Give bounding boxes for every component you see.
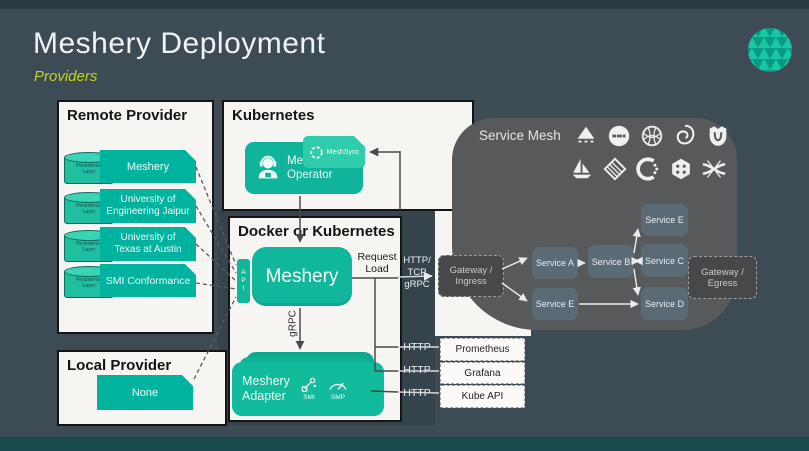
layered-triangles-icon [571,122,601,150]
hatched-cube-icon [600,155,630,183]
meshery-adapter-box: Meshery Adapter SMI [232,362,384,416]
hex-nodes-icon [666,155,696,183]
grafana-box: Grafana [440,362,525,384]
spiral-shell-icon [670,122,700,150]
request-load-label: Request Load [354,251,400,275]
service-d-box: Service D [641,287,688,320]
http-label: HTTP [401,364,433,376]
gateway-egress-box: Gateway / Egress [688,256,757,299]
service-e-bottom-box: Service E [532,288,578,320]
remote-item-austin: University of Texas at Austin [100,227,196,261]
smi-icon [300,377,318,393]
http-tcp-grpc-label: HTTP/ TCP gRPC [401,255,433,291]
local-provider-title: Local Provider [67,357,171,374]
woven-x-icon [699,155,729,183]
adapter-label: Meshery Adapter [242,374,290,404]
meshsync-box: MeshSync [303,136,365,168]
slide: Meshery Deployment Providers Remote Prov… [0,0,809,451]
service-c-box: Service C [641,244,688,277]
c-with-dots-icon [633,155,663,183]
service-mesh-title: Service Mesh [479,128,561,143]
remote-item-meshery: Meshery [100,150,196,183]
http-label: HTTP [401,341,433,353]
api-tab: API [237,259,250,303]
grpc-label: gRPC [288,301,299,347]
top-bar [0,0,809,9]
service-b-box: Service B [588,245,634,278]
gauge-icon [327,377,349,393]
docker-kubernetes-title: Docker or Kubernetes [238,223,395,240]
remote-provider-title: Remote Provider [67,107,187,124]
operator-icon [252,152,284,184]
mesh-logos-row-1 [571,122,736,150]
remote-item-smi: SMI Conformance [100,264,196,297]
prometheus-box: Prometheus [440,338,525,361]
bear-shield-icon [703,122,733,150]
meshsync-label: MeshSync [327,149,360,156]
gateway-ingress-box: Gateway / Ingress [438,255,504,297]
remote-item-jaipur: University of Engineering Jaipur [100,189,196,223]
kube-api-box: Kube API [440,385,525,408]
smi-label: SMI [303,394,315,401]
page-subtitle: Providers [34,68,97,85]
service-e-top-box: Service E [641,204,688,236]
smp-badge: SMP [327,377,349,401]
meshery-box: Meshery [252,247,352,306]
http-label: HTTP [401,387,433,399]
knot-sphere-icon [637,122,667,150]
circle-wordmark-icon [604,122,634,150]
service-a-box: Service A [532,247,578,279]
sailboat-icon [567,155,597,183]
sync-ring-icon [309,145,324,160]
local-item-none: None [97,375,193,410]
smp-label: SMP [331,394,345,401]
page-title: Meshery Deployment [33,27,325,61]
mesh-logos-row-2 [567,155,737,183]
meshery-logo-icon [746,26,794,74]
bottom-bar [0,437,809,451]
kubernetes-title: Kubernetes [232,107,315,124]
smi-badge: SMI [300,377,318,401]
